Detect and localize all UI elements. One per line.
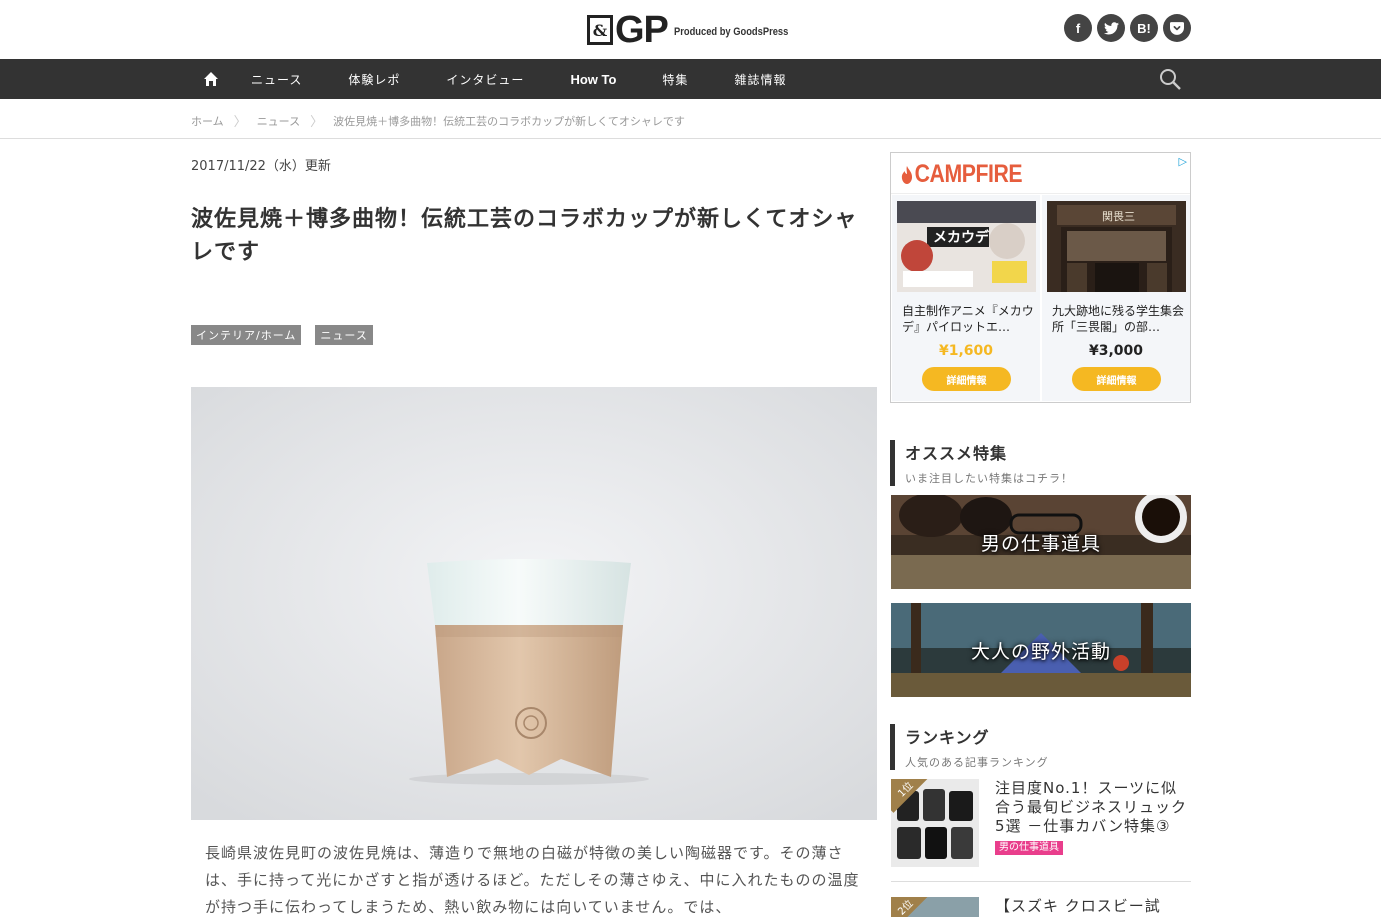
twitter-icon[interactable] [1097,14,1125,42]
pocket-icon[interactable] [1163,14,1191,42]
feature-banner-label: 大人の野外活動 [970,640,1111,663]
ad-item-text: 九大跡地に残る学生集会所「三畏閣」の部… [1052,304,1184,334]
breadcrumb-home[interactable]: ホーム [191,113,224,129]
ranking-title: ランキング [905,728,990,747]
ad-divider [891,193,1190,194]
nav-item-magazine[interactable]: 雑誌情報 [711,71,809,88]
search-icon[interactable] [1158,67,1182,91]
breadcrumb-separator-icon: 〉 [233,115,247,130]
campfire-logo: CAMPFIRE [901,160,1023,189]
campfire-ad[interactable]: CAMPFIRE ▷ メカウデ 自主制作アニメ『メカウデ』パイロットエ… ¥1,… [890,152,1191,403]
logo-text: GP [615,9,669,51]
tag-news[interactable]: ニュース [315,325,373,345]
article-title: 波佐見焼＋博多曲物！伝統工芸のコラボカップが新しくてオシャレです [191,207,858,265]
breadcrumb-separator-icon: 〉 [310,115,324,130]
nav-item-news[interactable]: ニュース [228,71,325,88]
home-icon[interactable] [200,68,222,90]
adchoices-icon[interactable]: ▷ [1179,155,1187,168]
breadcrumb-news[interactable]: ニュース [257,113,300,129]
ad-item[interactable]: 関畏三 九大跡地に残る学生集会所「三畏閣」の部… ¥3,000 詳細情報 [1042,195,1190,401]
features-title: オススメ特集 [905,444,1008,463]
tag-interior[interactable]: インテリア/ホーム [191,325,302,345]
logo-tagline: Produced by GoodsPress [673,26,789,38]
social-links: f B! [1064,14,1191,42]
ad-item-price: ¥1,600 [938,343,994,359]
ranking-item-title[interactable]: 注目度No.1！スーツに似合う最旬ビジネスリュック5選 －仕事カバン特集③ 男の… [995,779,1191,855]
ad-item-image: 関畏三 [1047,201,1186,292]
breadcrumb: ホーム 〉 ニュース 〉 波佐見焼＋博多曲物！伝統工芸のコラボカップが新しくてオ… [0,99,1381,139]
facebook-icon[interactable]: f [1064,14,1092,42]
article-date: 2017/11/22（水）更新 [191,159,331,174]
main-nav: ニュース 体験レポ インタビュー How To 特集 雑誌情報 [0,59,1381,99]
logo-mark: & [587,15,613,45]
article-hero-image [191,387,877,820]
features-heading: オススメ特集 いま注目したい特集はコチラ！ [890,440,1190,486]
ad-detail-button[interactable]: 詳細情報 [922,367,1011,391]
ranking-item-category[interactable]: 男の仕事道具 [995,841,1063,855]
site-header: & GP Produced by GoodsPress f B! [0,0,1381,59]
nav-item-report[interactable]: 体験レポ [325,71,423,88]
ad-item-text: 自主制作アニメ『メカウデ』パイロットエ… [902,304,1034,334]
nav-item-howto[interactable]: How To [547,72,639,87]
nav-item-interview[interactable]: インタビュー [423,71,547,88]
feature-banner-work-tools[interactable]: 男の仕事道具 [891,495,1191,589]
ad-item-image: メカウデ [897,201,1036,292]
nav-item-features[interactable]: 特集 [639,71,711,88]
feature-banner-outdoor[interactable]: 大人の野外活動 [891,603,1191,697]
site-logo[interactable]: & GP Produced by GoodsPress [587,9,808,51]
features-subtitle: いま注目したい特集はコチラ！ [905,472,1073,485]
ranking-item-title[interactable]: 【スズキ クロスビー試 [995,897,1191,916]
article-tags: インテリア/ホーム ニュース [191,325,373,345]
breadcrumb-current: 波佐見焼＋博多曲物！伝統工芸のコラボカップが新しくてオシャレです [333,114,685,128]
ad-item-price: ¥3,000 [1088,343,1144,359]
ad-item[interactable]: メカウデ 自主制作アニメ『メカウデ』パイロットエ… ¥1,600 詳細情報 [892,195,1040,401]
ad-detail-button[interactable]: 詳細情報 [1072,367,1161,391]
feature-banner-label: 男の仕事道具 [980,532,1101,555]
ranking-heading: ランキング 人気のある記事ランキング [890,724,1190,770]
ranking-thumb: 2位 [891,897,979,917]
svg-text:関畏三: 関畏三 [1102,210,1135,223]
hatena-bookmark-icon[interactable]: B! [1130,14,1158,42]
ranking-divider [891,881,1191,882]
ranking-thumb: 1位 [891,779,979,867]
article-body: 長崎県波佐見町の波佐見焼は、薄造りで無地の白磁が特徴の美しい陶磁器です。その薄さ… [205,844,860,916]
svg-text:メカウデ: メカウデ [933,229,990,246]
ranking-subtitle: 人気のある記事ランキング [905,756,1049,769]
